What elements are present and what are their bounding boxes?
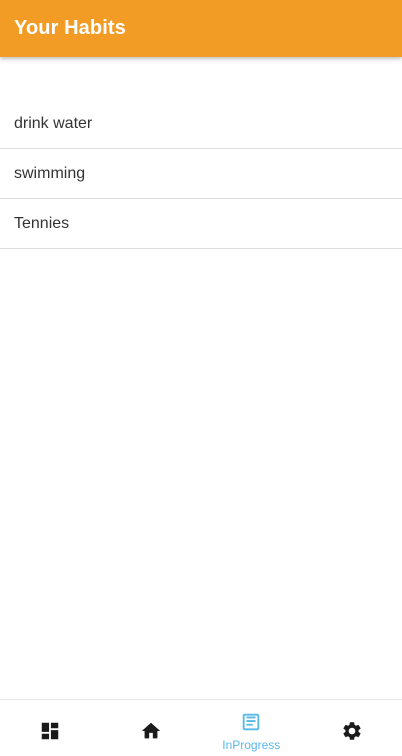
nav-item-settings[interactable] xyxy=(302,700,402,756)
nav-item-inprogress[interactable]: InProgress xyxy=(201,700,302,756)
page-title: Your Habits xyxy=(14,17,126,39)
list-item[interactable]: Tennies xyxy=(0,199,402,249)
habit-list: drink water swimming Tennies xyxy=(0,99,402,249)
app-screen: Your Habits drink water swimming Tennies xyxy=(0,0,402,756)
nav-item-home[interactable] xyxy=(101,700,202,756)
habit-label: drink water xyxy=(14,114,93,132)
nav-label-inprogress: InProgress xyxy=(222,738,281,752)
home-icon xyxy=(141,722,160,739)
gear-icon xyxy=(343,722,361,740)
habit-label: Tennies xyxy=(14,214,70,232)
list-item[interactable]: drink water xyxy=(0,99,402,149)
inprogress-icon xyxy=(243,713,260,731)
dashboard-icon xyxy=(42,722,59,740)
nav-item-dashboard[interactable] xyxy=(0,700,101,756)
bottom-navigation: InProgress xyxy=(0,699,402,756)
list-item[interactable]: swimming xyxy=(0,149,402,199)
habit-label: swimming xyxy=(14,164,86,182)
app-bar: Your Habits xyxy=(0,0,402,57)
